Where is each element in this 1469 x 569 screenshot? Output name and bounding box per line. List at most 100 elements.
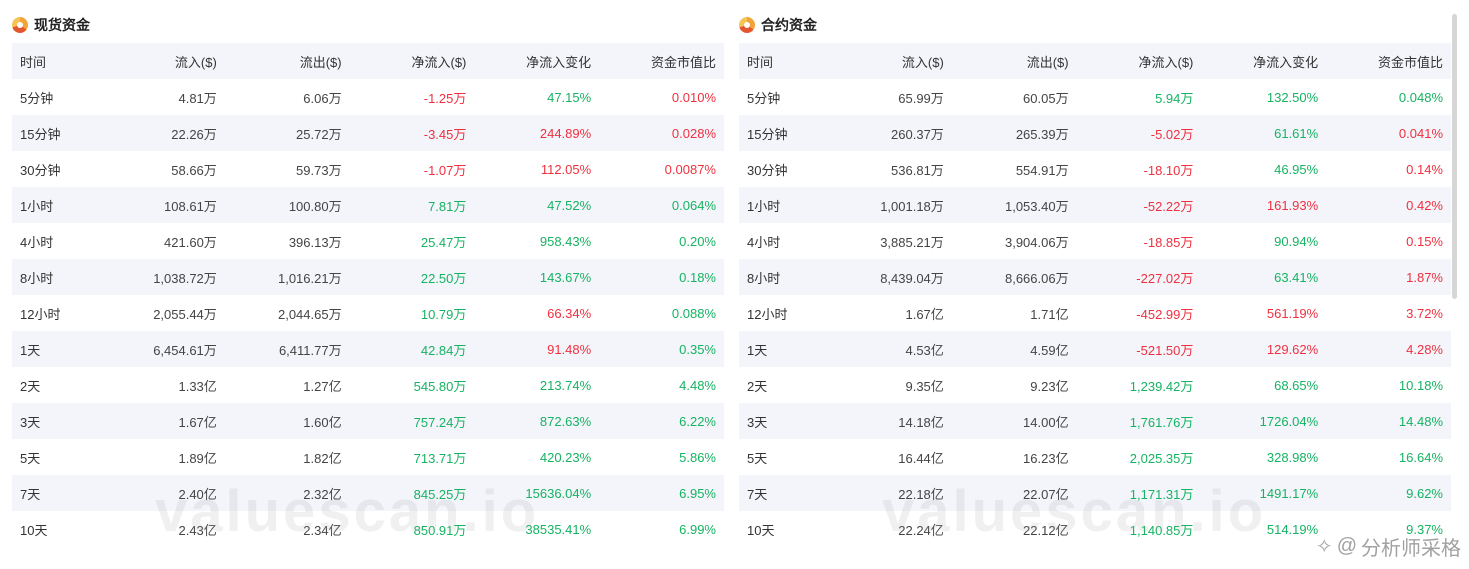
cell-cap-ratio: 0.088% <box>671 305 716 321</box>
table-row[interactable]: 7天 22.18亿 22.07亿 1,171.31万 1491.17% 9.62% <box>739 475 1451 511</box>
table-row[interactable]: 5分钟 65.99万 60.05万 5.94万 132.50% 0.048% <box>739 79 1451 115</box>
cell-time: 4小时 <box>20 234 54 250</box>
col-outflow[interactable]: 流出($) <box>952 43 1077 79</box>
table-row[interactable]: 3天 1.67亿 1.60亿 757.24万 872.63% 6.22% <box>12 403 724 439</box>
col-net-inflow[interactable]: 净流入($) <box>1077 43 1202 79</box>
cell-net-inflow: -52.22万 <box>1143 198 1194 214</box>
cell-cap-ratio: 6.22% <box>679 413 716 429</box>
cell-net-change: 143.67% <box>539 269 592 285</box>
table-row[interactable]: 12小时 1.67亿 1.71亿 -452.99万 561.19% 3.72% <box>739 295 1451 331</box>
cell-cap-ratio: 0.0087% <box>664 161 716 177</box>
table-row[interactable]: 1天 6,454.61万 6,411.77万 42.84万 91.48% 0.35% <box>12 331 724 367</box>
cell-inflow: 1,038.72万 <box>153 270 217 286</box>
table-row[interactable]: 5天 1.89亿 1.82亿 713.71万 420.23% 5.86% <box>12 439 724 475</box>
table-row[interactable]: 5分钟 4.81万 6.06万 -1.25万 47.15% 0.010% <box>12 79 724 115</box>
table-row[interactable]: 7天 2.40亿 2.32亿 845.25万 15636.04% 6.95% <box>12 475 724 511</box>
cell-net-inflow: 25.47万 <box>420 234 467 250</box>
cell-outflow: 1,053.40万 <box>1004 198 1069 214</box>
col-time[interactable]: 时间 <box>12 43 100 79</box>
cell-outflow: 60.05万 <box>1023 90 1069 106</box>
table-row[interactable]: 2天 1.33亿 1.27亿 545.80万 213.74% 4.48% <box>12 367 724 403</box>
cell-inflow: 6,454.61万 <box>153 342 217 358</box>
cell-inflow: 58.66万 <box>171 162 217 178</box>
cell-inflow: 2.40亿 <box>178 486 217 502</box>
cell-inflow: 1,001.18万 <box>880 198 944 214</box>
col-net-change[interactable]: 净流入变化 <box>1201 43 1326 79</box>
cell-cap-ratio: 4.48% <box>679 377 716 393</box>
cell-net-change: 63.41% <box>1274 269 1319 285</box>
futures-funds-panel: 合约资金 时间 流入($) 流出($) 净流入($) 净流入变化 资金市值比 5… <box>739 10 1451 547</box>
table-row[interactable]: 15分钟 260.37万 265.39万 -5.02万 61.61% 0.041% <box>739 115 1451 151</box>
table-row[interactable]: 2天 9.35亿 9.23亿 1,239.42万 68.65% 10.18% <box>739 367 1451 403</box>
cell-net-inflow: 5.94万 <box>1155 90 1194 106</box>
cell-outflow: 4.59亿 <box>1030 342 1069 358</box>
table-row[interactable]: 1天 4.53亿 4.59亿 -521.50万 129.62% 4.28% <box>739 331 1451 367</box>
cell-cap-ratio: 0.041% <box>1398 125 1443 141</box>
cell-inflow: 22.26万 <box>171 126 217 142</box>
cell-inflow: 22.18亿 <box>898 486 944 502</box>
table-row[interactable]: 5天 16.44亿 16.23亿 2,025.35万 328.98% 16.64% <box>739 439 1451 475</box>
col-net-inflow[interactable]: 净流入($) <box>350 43 475 79</box>
cell-outflow: 59.73万 <box>296 162 342 178</box>
cell-cap-ratio: 1.87% <box>1406 269 1443 285</box>
col-inflow[interactable]: 流入($) <box>827 43 952 79</box>
spot-funds-table: 时间 流入($) 流出($) 净流入($) 净流入变化 资金市值比 5分钟 4.8… <box>12 43 724 547</box>
cell-outflow: 22.12亿 <box>1023 522 1069 538</box>
col-cap-ratio[interactable]: 资金市值比 <box>599 43 724 79</box>
cell-time: 30分钟 <box>20 162 61 178</box>
cell-inflow: 22.24亿 <box>898 522 944 538</box>
cell-outflow: 2,044.65万 <box>277 306 342 322</box>
col-time[interactable]: 时间 <box>739 43 827 79</box>
cell-net-inflow: 22.50万 <box>420 270 467 286</box>
cell-net-inflow: -18.10万 <box>1143 162 1194 178</box>
cell-time: 10天 <box>747 522 775 538</box>
cell-net-change: 91.48% <box>547 341 592 357</box>
cell-net-change: 1726.04% <box>1259 413 1319 429</box>
cell-time: 1小时 <box>20 198 54 214</box>
cell-cap-ratio: 9.62% <box>1406 485 1443 501</box>
table-row[interactable]: 3天 14.18亿 14.00亿 1,761.76万 1726.04% 14.48% <box>739 403 1451 439</box>
cell-net-change: 958.43% <box>539 233 592 249</box>
cell-outflow: 16.23亿 <box>1023 450 1069 466</box>
table-row[interactable]: 30分钟 536.81万 554.91万 -18.10万 46.95% 0.14% <box>739 151 1451 187</box>
col-inflow[interactable]: 流入($) <box>100 43 225 79</box>
table-row[interactable]: 1小时 1,001.18万 1,053.40万 -52.22万 161.93% 0.42% <box>739 187 1451 223</box>
cell-net-change: 561.19% <box>1266 305 1319 321</box>
panel-header: 现货资金 <box>12 10 724 40</box>
cell-outflow: 265.39万 <box>1015 126 1069 142</box>
cell-net-change: 47.15% <box>547 89 592 105</box>
panel-title: 合约资金 <box>761 17 817 33</box>
table-row[interactable]: 4小时 3,885.21万 3,904.06万 -18.85万 90.94% 0.15% <box>739 223 1451 259</box>
cell-outflow: 2.34亿 <box>303 522 342 538</box>
table-row[interactable]: 10天 2.43亿 2.34亿 850.91万 38535.41% 6.99% <box>12 511 724 547</box>
table-row[interactable]: 12小时 2,055.44万 2,044.65万 10.79万 66.34% 0.088% <box>12 295 724 331</box>
table-row[interactable]: 8小时 1,038.72万 1,016.21万 22.50万 143.67% 0.18% <box>12 259 724 295</box>
table-row[interactable]: 4小时 421.60万 396.13万 25.47万 958.43% 0.20% <box>12 223 724 259</box>
table-row[interactable]: 15分钟 22.26万 25.72万 -3.45万 244.89% 0.028% <box>12 115 724 151</box>
cell-time: 12小时 <box>20 306 61 322</box>
cell-time: 15分钟 <box>747 126 788 142</box>
cell-net-inflow: 42.84万 <box>420 342 467 358</box>
col-net-change[interactable]: 净流入变化 <box>474 43 599 79</box>
col-outflow[interactable]: 流出($) <box>225 43 350 79</box>
panel-title: 现货资金 <box>34 17 90 33</box>
col-cap-ratio[interactable]: 资金市值比 <box>1326 43 1451 79</box>
cell-inflow: 3,885.21万 <box>880 234 944 250</box>
table-row[interactable]: 1小时 108.61万 100.80万 7.81万 47.52% 0.064% <box>12 187 724 223</box>
cell-net-inflow: 1,239.42万 <box>1129 378 1194 394</box>
cell-time: 7天 <box>20 486 41 502</box>
cell-net-inflow: -1.25万 <box>423 90 467 106</box>
cell-inflow: 1.67亿 <box>905 306 944 322</box>
cell-inflow: 16.44亿 <box>898 450 944 466</box>
cell-outflow: 396.13万 <box>288 234 342 250</box>
table-body: 5分钟 65.99万 60.05万 5.94万 132.50% 0.048% 15分钟 260… <box>739 79 1451 547</box>
table-row[interactable]: 30分钟 58.66万 59.73万 -1.07万 112.05% 0.0087% <box>12 151 724 187</box>
cell-cap-ratio: 0.14% <box>1406 161 1443 177</box>
cell-time: 15分钟 <box>20 126 61 142</box>
cell-net-change: 328.98% <box>1266 449 1319 465</box>
scrollbar[interactable] <box>1452 14 1457 299</box>
at-sign: @ <box>1336 535 1357 557</box>
cell-net-change: 90.94% <box>1274 233 1319 249</box>
table-row[interactable]: 8小时 8,439.04万 8,666.06万 -227.02万 63.41% 1.87% <box>739 259 1451 295</box>
cell-net-change: 112.05% <box>540 161 592 177</box>
